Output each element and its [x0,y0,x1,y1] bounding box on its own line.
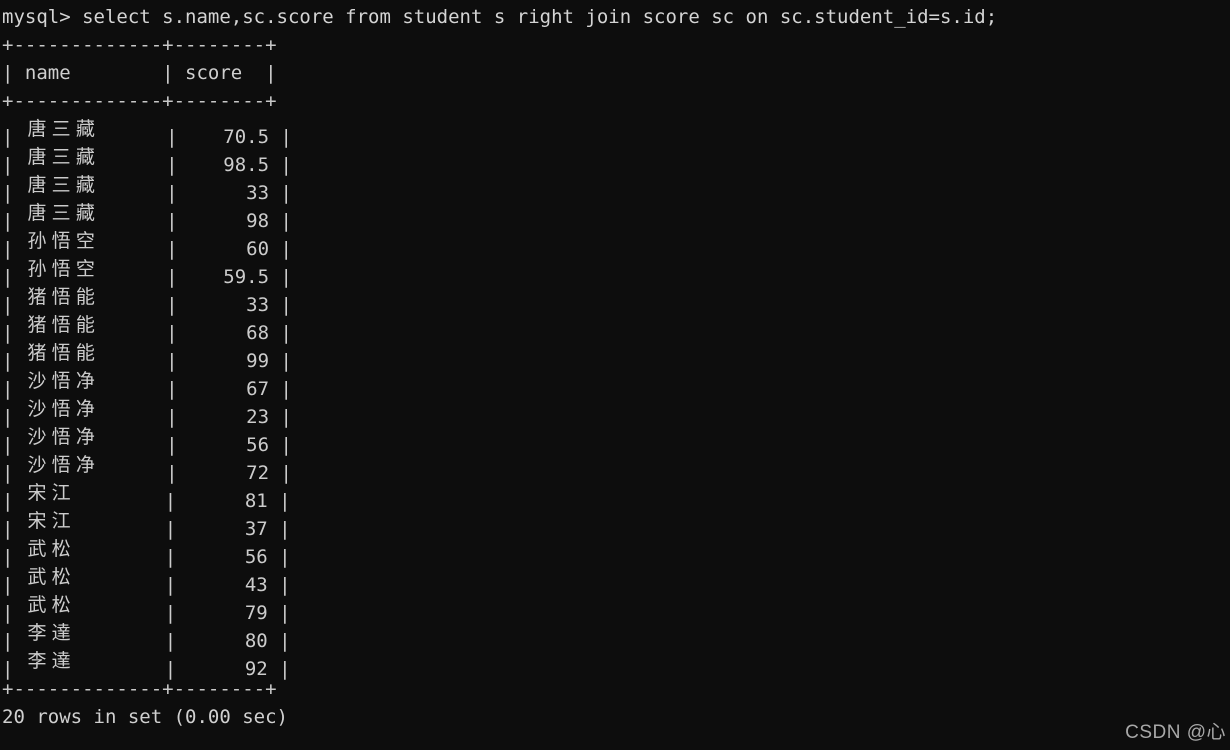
command-line: mysql> select s.name,sc.score from stude… [2,6,998,28]
table-row: | 武松 | 43 | [2,566,291,596]
table-row: | 沙悟净 | 56 | [2,426,292,456]
table-row: | 沙悟净 | 67 | [2,370,292,400]
table-row: | 沙悟净 | 23 | [2,398,292,428]
table-row: | 武松 | 79 | [2,594,291,624]
table-row: | 唐三藏 | 33 | [2,174,292,204]
table-row: | 武松 | 56 | [2,538,291,568]
table-row: | 唐三藏 | 70.5 | [2,118,292,148]
table-row: | 唐三藏 | 98.5 | [2,146,292,176]
table-row: | 李達 | 92 | [2,650,291,680]
table-header-row: | name | score | [2,62,277,84]
table-row: | 孙悟空 | 60 | [2,230,292,260]
table-row: | 猪悟能 | 68 | [2,314,292,344]
table-row: | 孙悟空 | 59.5 | [2,258,292,288]
table-row: | 李達 | 80 | [2,622,291,652]
table-row: | 宋江 | 37 | [2,510,291,540]
terminal-window[interactable]: mysql> select s.name,sc.score from stude… [0,0,1230,750]
csdn-watermark: CSDN @心 [1125,722,1226,743]
table-row: | 猪悟能 | 99 | [2,342,292,372]
table-body: | 唐三藏 | 70.5 | | 唐三藏 | 98.5 | | 唐三藏 | 33 |… [2,115,1230,680]
table-border-top: +-------------+--------+ [2,34,277,56]
table-row: | 沙悟净 | 72 | [2,454,292,484]
table-border-header: +-------------+--------+ [2,90,277,112]
result-status-line: 20 rows in set (0.00 sec) [2,706,288,728]
table-border-bottom: +-------------+--------+ [2,678,277,700]
table-row: | 宋江 | 81 | [2,482,291,512]
table-row: | 唐三藏 | 98 | [2,202,292,232]
table-row: | 猪悟能 | 33 | [2,286,292,316]
